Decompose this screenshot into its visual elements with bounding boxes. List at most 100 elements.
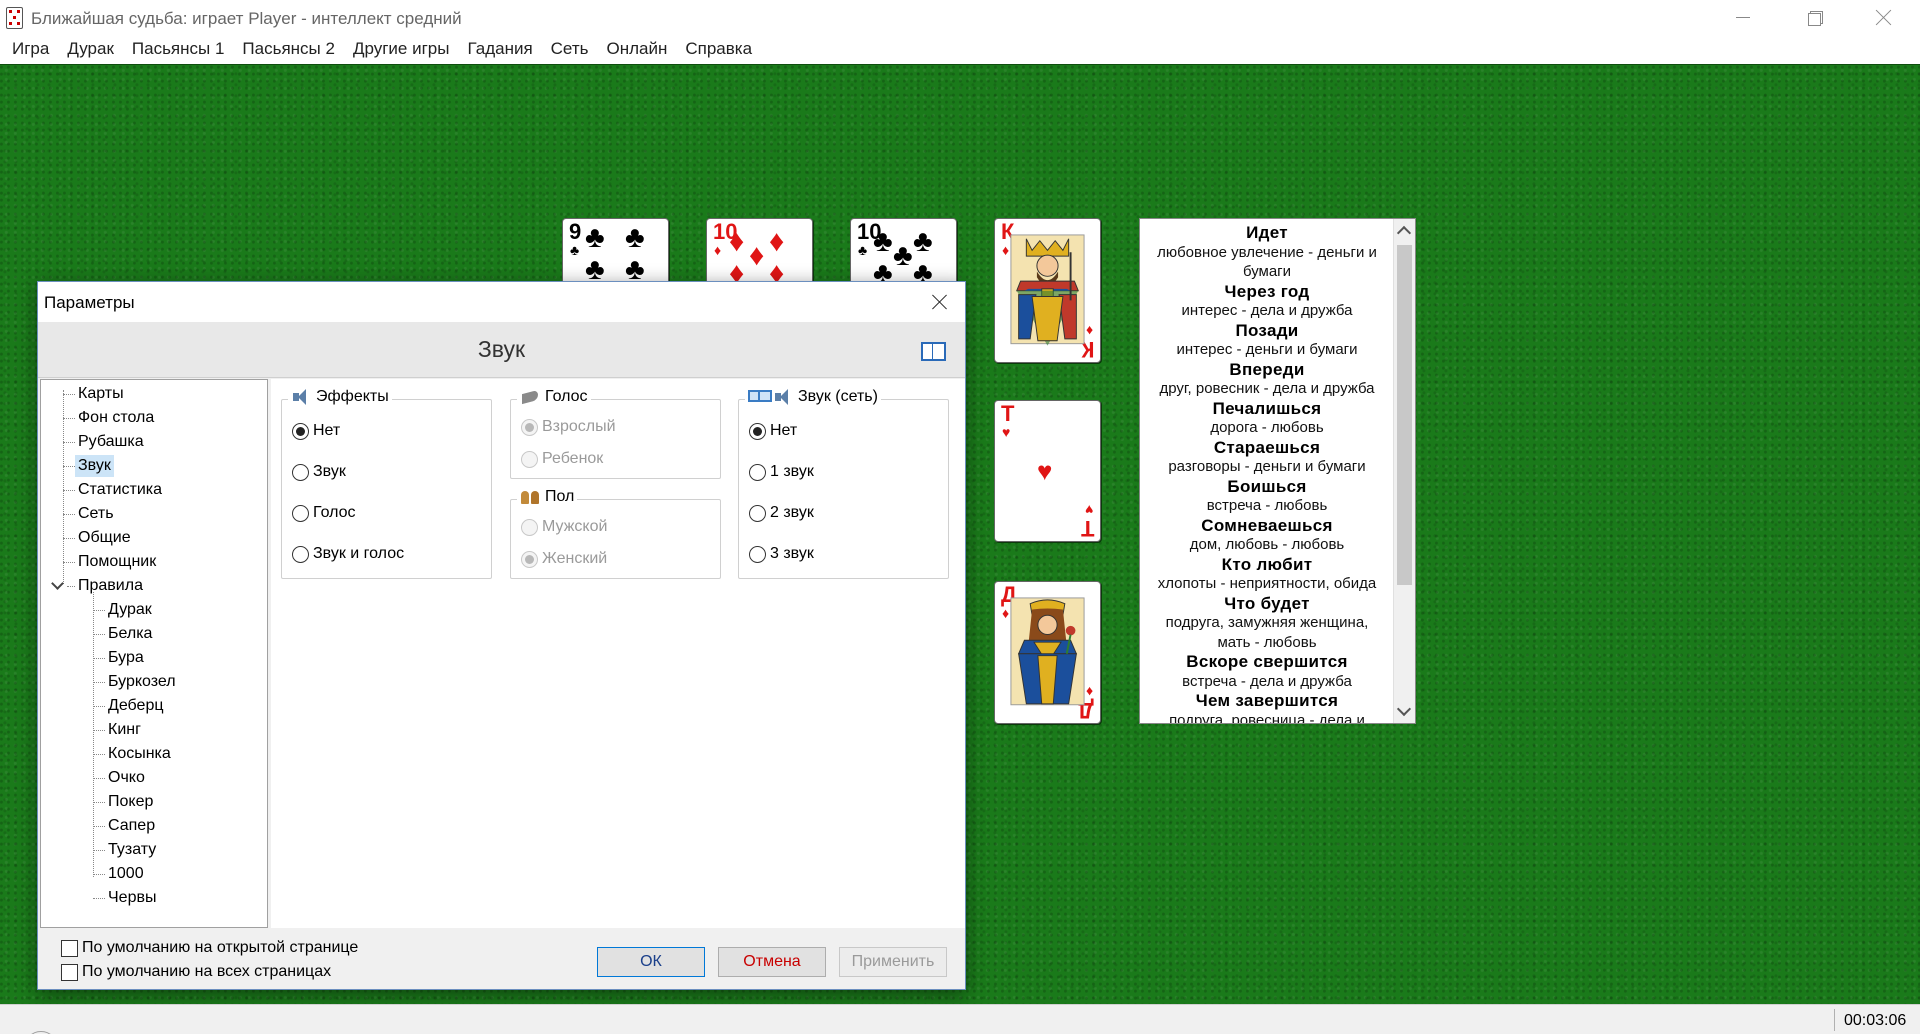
fortune-line: встреча - любовь [1206,497,1328,514]
people-icon [520,488,542,506]
tree-item-assistant[interactable]: Помощник [75,551,159,573]
fortune-heading: Сомневаешься [1201,515,1333,535]
tree-item-card-back[interactable]: Рубашка [75,431,147,453]
book-help-icon[interactable] [921,340,946,361]
tree-item-rule-1000[interactable]: 1000 [105,863,147,885]
card-rank-bottom: Т [1080,516,1094,541]
status-bar: 00:03:06 [0,1004,1920,1034]
window-title: Ближайшая судьба: играет Player - интелл… [31,9,462,28]
network-sound-group: Звук (сеть) Нет 1 звук 2 звук 3 звук [738,388,949,579]
card-ace-hearts[interactable]: Т ♥ Т ♥ ♥ [994,400,1101,542]
chevron-down-icon[interactable] [51,577,64,590]
card-queen-diamonds[interactable]: Д ♦ Д ♦ [994,581,1101,724]
gender-male-radio[interactable]: Мужской [521,518,607,536]
fortune-heading: Позади [1235,320,1299,340]
tree-item-rule-hearts[interactable]: Червы [105,887,159,909]
menu-online[interactable]: Онлайн [597,36,676,64]
voice-adult-radio[interactable]: Взрослый [521,418,616,436]
sound-settings-panel: Эффекты Нет Звук Голос Звук и голос Голо… [271,379,965,928]
fortune-scrollbar[interactable] [1393,219,1415,723]
queen-figure-icon [1010,597,1085,706]
apply-button[interactable]: Применить [839,947,947,977]
tree-item-rule-belka[interactable]: Белка [105,623,155,645]
tree-item-rule-durak[interactable]: Дурак [105,599,155,621]
club-pip: ♣ [913,225,933,258]
effects-voice-radio[interactable]: Голос [292,504,356,522]
diamond-pip: ♦ [769,225,785,258]
card-corner-suit: ♣ [858,242,868,258]
gender-group-title: Пол [545,488,575,505]
scroll-up-icon[interactable] [1396,225,1412,241]
tree-item-sound[interactable]: Звук [75,455,114,477]
menu-durak[interactable]: Дурак [58,36,123,64]
tree-item-rule-minesweeper[interactable]: Сапер [105,815,158,837]
tree-item-general[interactable]: Общие [75,527,134,549]
card-corner-suit-bottom: ♦ [1085,684,1093,700]
ok-button[interactable]: ОК [597,947,705,977]
king-figure-icon [1010,234,1085,346]
voice-child-radio[interactable]: Ребенок [521,450,603,468]
diamond-pip: ♦ [749,239,765,272]
dialog-title-bar: Параметры [38,282,965,322]
menu-fortune[interactable]: Гадания [458,36,541,64]
net-sound-3-radio[interactable]: 3 звук [749,545,814,563]
fortune-panel[interactable]: Идет любовное увлечение - деньги и бумаг… [1139,218,1416,724]
menu-bar: Игра Дурак Пасьянсы 1 Пасьянсы 2 Другие … [0,36,1920,64]
tree-item-rule-ochko[interactable]: Очко [105,767,148,789]
app-icon [6,7,23,29]
cancel-button[interactable]: Отмена [718,947,826,977]
tree-item-rule-deberts[interactable]: Деберц [105,695,167,717]
net-sound-1-radio[interactable]: 1 звук [749,463,814,481]
menu-game[interactable]: Игра [3,36,58,64]
card-corner-suit-bottom: ♥ [1084,502,1093,518]
fortune-line: хлопоты - неприятности, обида [1157,575,1377,592]
tree-item-rule-burkozel[interactable]: Буркозел [105,671,179,693]
effects-sound-radio[interactable]: Звук [292,463,346,481]
heart-pip: ♥ [1037,456,1053,486]
club-pip: ♣ [585,221,605,254]
gender-female-radio[interactable]: Женский [521,550,607,568]
tree-item-table-background[interactable]: Фон стола [75,407,157,429]
fortune-heading: Через год [1224,281,1310,301]
tree-item-statistics[interactable]: Статистика [75,479,165,501]
scroll-down-icon[interactable] [1396,701,1412,717]
menu-other-games[interactable]: Другие игры [344,36,459,64]
minimize-button[interactable] [1708,0,1776,34]
tree-item-rule-klondike[interactable]: Косынка [105,743,174,765]
speaker-icon [291,388,313,406]
default-all-pages-checkbox[interactable]: По умолчанию на всех страницах [61,963,331,981]
menu-network[interactable]: Сеть [542,36,598,64]
card-corner-suit: ♣ [570,242,580,258]
menu-solitaire-2[interactable]: Пасьянсы 2 [233,36,344,64]
menu-solitaire-1[interactable]: Пасьянсы 1 [123,36,234,64]
page-title: Звук [477,336,526,362]
fortune-heading: Боишься [1227,476,1307,496]
tree-item-rule-poker[interactable]: Покер [105,791,156,813]
card-king-diamonds[interactable]: К ♦ К ♦ [994,218,1101,363]
tree-item-rule-tuzatu[interactable]: Тузату [105,839,159,861]
default-open-page-checkbox[interactable]: По умолчанию на открытой странице [61,939,358,957]
tree-item-network[interactable]: Сеть [75,503,117,525]
fortune-heading: Стараешься [1213,437,1321,457]
effects-none-radio[interactable]: Нет [292,422,340,440]
card-corner-suit-bottom: ♦ [1085,323,1093,339]
tree-item-rule-king[interactable]: Кинг [105,719,144,741]
fortune-line: любовное увлечение - деньги и [1157,243,1377,261]
fortune-line: разговоры - деньги и бумаги [1168,458,1366,475]
scrollbar-thumb[interactable] [1397,245,1412,585]
dialog-title: Параметры [44,293,135,312]
tree-item-rules[interactable]: Правила [75,575,146,597]
gender-group: Пол Мужской Женский [510,488,721,579]
effects-sound-and-voice-radio[interactable]: Звук и голос [292,545,404,563]
fortune-line: мать - любовь [1217,633,1317,651]
close-window-button[interactable] [1850,0,1918,34]
effects-group: Эффекты Нет Звук Голос Звук и голос [281,388,492,579]
tree-item-rule-bura[interactable]: Бура [105,647,147,669]
fortune-line: друг, ровесник - дела и дружба [1159,380,1375,397]
tree-item-cards[interactable]: Карты [75,383,127,405]
menu-help[interactable]: Справка [676,36,761,64]
restore-button[interactable] [1780,0,1848,34]
net-sound-2-radio[interactable]: 2 звук [749,504,814,522]
net-sound-none-radio[interactable]: Нет [749,422,797,440]
dialog-close-button[interactable] [925,287,955,317]
